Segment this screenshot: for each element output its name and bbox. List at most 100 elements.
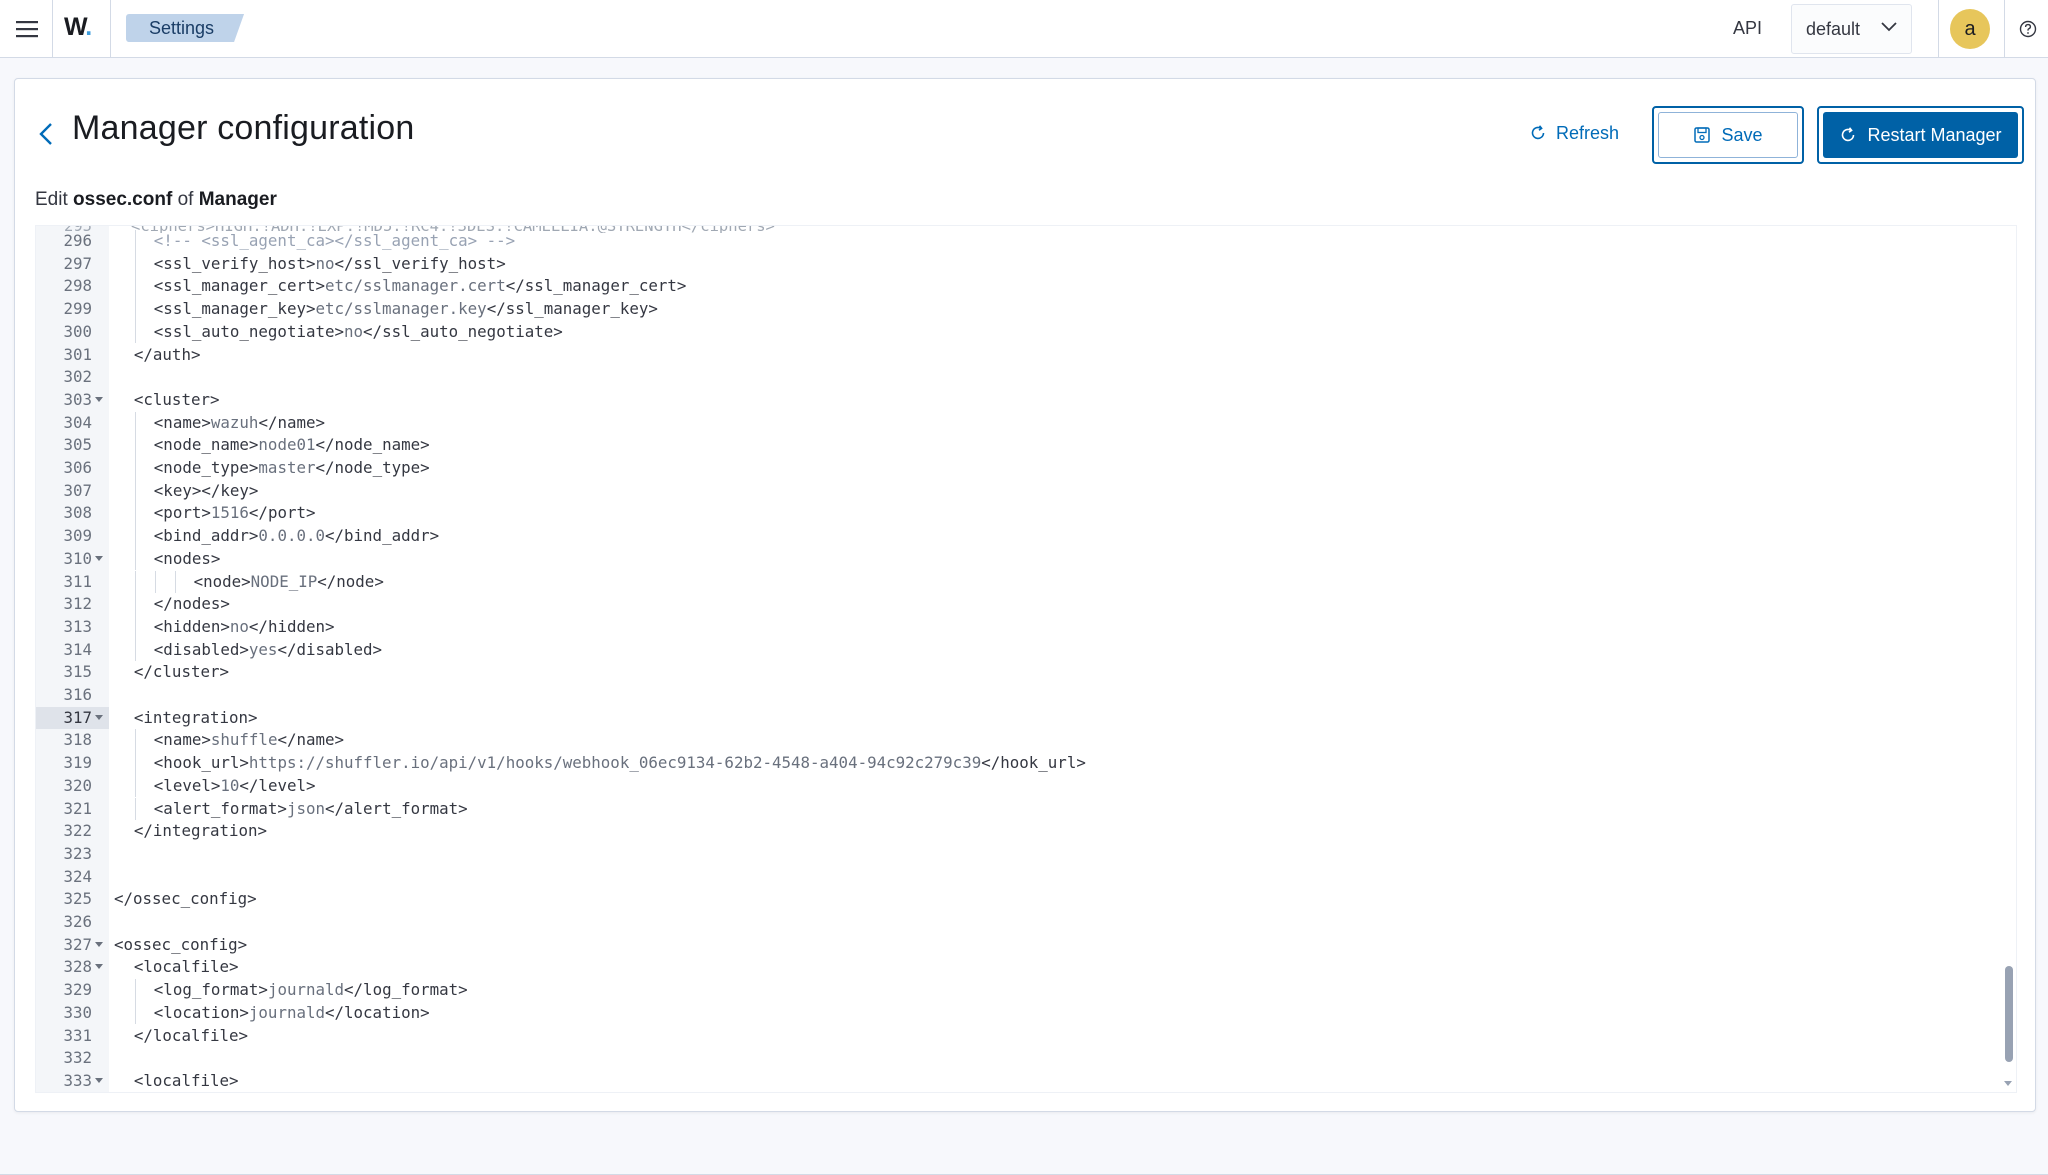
code-text: <disabled>yes</disabled> xyxy=(153,639,383,659)
line-number: 313 xyxy=(63,616,92,636)
line-number: 296 xyxy=(63,231,92,250)
code-text: <integration> xyxy=(133,707,258,727)
line-number: 317 xyxy=(63,707,92,727)
code-line[interactable]: 327 <ossec_config> xyxy=(36,934,1986,957)
restart-label: Restart Manager xyxy=(1867,124,2002,145)
code-line[interactable]: 319 <hook_url>https://shuffler.io/api/v1/… xyxy=(36,752,1986,775)
indent-guide xyxy=(134,752,136,775)
code-line[interactable]: 324 xyxy=(36,866,1986,889)
back-arrow-icon[interactable] xyxy=(35,119,59,149)
code-text: <location>journald</location> xyxy=(153,1002,430,1022)
breadcrumb-settings[interactable]: Settings xyxy=(126,14,244,42)
line-number: 328 xyxy=(63,957,92,977)
fold-toggle-icon[interactable] xyxy=(95,964,103,970)
line-number: 327 xyxy=(63,934,92,954)
indent-guide xyxy=(134,638,136,662)
code-text: </localfile> xyxy=(133,1025,249,1045)
code-line[interactable]: 317 <integration> xyxy=(36,706,1986,730)
code-line[interactable]: 320 <level>10</level> xyxy=(36,774,1986,798)
code-line[interactable]: 329 <log_format>journald</log_format> xyxy=(36,979,1986,1002)
code-editor[interactable]: 295<ciphers>HIGH:!ADH:!EXP:!MD5:!RC4:!3D… xyxy=(35,225,2017,1093)
code-line[interactable]: 297 <ssl_verify_host>no</ssl_verify_host> xyxy=(36,252,1986,276)
code-line[interactable]: 312 </nodes> xyxy=(36,593,1986,616)
code-line[interactable]: 308 <port>1516</port> xyxy=(36,502,1986,526)
code-line[interactable]: 314 <disabled>yes</disabled> xyxy=(36,638,1986,662)
wazuh-logo[interactable]: W. xyxy=(64,13,92,42)
code-line[interactable]: 307 <key></key> xyxy=(36,479,1986,503)
indent-guide xyxy=(134,275,136,299)
code-line[interactable]: 331 </localfile> xyxy=(36,1025,1986,1048)
scrollbar-thumb[interactable] xyxy=(2005,966,2013,1062)
header-divider xyxy=(1938,0,1939,58)
line-number: 318 xyxy=(63,730,92,750)
line-number: 304 xyxy=(63,412,92,432)
header-divider xyxy=(2004,0,2005,58)
fold-toggle-icon[interactable] xyxy=(95,555,103,561)
scroll-down-icon[interactable] xyxy=(2004,1081,2012,1086)
fold-toggle-icon[interactable] xyxy=(95,396,103,402)
code-line[interactable]: 304 <name>wazuh</name> xyxy=(36,411,1986,435)
line-number: 302 xyxy=(63,367,92,387)
line-number: 310 xyxy=(63,548,92,568)
line-number: 303 xyxy=(63,389,92,409)
indent-guide xyxy=(134,570,136,594)
code-line[interactable]: 300 <ssl_auto_negotiate>no</ssl_auto_nego… xyxy=(36,320,1986,344)
indent-guide xyxy=(154,570,156,594)
code-line[interactable]: 330 <location>journald</location> xyxy=(36,1001,1986,1025)
line-number: 300 xyxy=(63,321,92,341)
indent-guide xyxy=(134,230,136,253)
code-line[interactable]: 299 <ssl_manager_key>etc/sslmanager.key</… xyxy=(36,298,1986,321)
fold-toggle-icon[interactable] xyxy=(95,714,103,720)
edit-target: Manager xyxy=(198,189,277,210)
code-line[interactable]: 316 xyxy=(36,684,1986,707)
code-line[interactable]: 303 <cluster> xyxy=(36,389,1986,412)
user-avatar[interactable]: a xyxy=(1950,9,1990,49)
code-line[interactable]: 326 xyxy=(36,911,1986,934)
menu-button[interactable] xyxy=(8,10,46,48)
code-line[interactable]: 333 <localfile> xyxy=(36,1070,1986,1092)
code-line[interactable]: 325 </ossec_config> xyxy=(36,888,1986,911)
editor-scrollbar[interactable] xyxy=(2002,226,2016,1092)
save-button[interactable]: Save xyxy=(1658,112,1798,158)
code-text: <!-- <ssl_agent_ca></ssl_agent_ca> --> xyxy=(153,231,516,250)
line-number: 324 xyxy=(63,866,92,886)
code-text: </ossec_config> xyxy=(114,889,257,909)
code-line[interactable]: 309 <bind_addr>0.0.0.0</bind_addr> xyxy=(36,525,1986,548)
code-line[interactable]: 310 <nodes> xyxy=(36,547,1986,571)
line-number: 312 xyxy=(63,594,92,614)
api-selector[interactable]: default xyxy=(1791,4,1912,54)
line-number: 331 xyxy=(63,1025,92,1045)
code-line[interactable]: 322 </integration> xyxy=(36,820,1986,843)
restart-manager-button[interactable]: Restart Manager xyxy=(1823,112,2018,158)
fold-toggle-icon[interactable] xyxy=(95,1077,103,1083)
code-text: <alert_format>json</alert_format> xyxy=(153,798,468,818)
line-number: 333 xyxy=(63,1070,92,1090)
indent-guide xyxy=(134,298,136,321)
indent-guide xyxy=(134,797,136,821)
code-line[interactable]: 332 xyxy=(36,1047,1986,1070)
indent-guide xyxy=(134,615,136,639)
code-line[interactable]: 311 <node>NODE_IP</node> xyxy=(36,570,1986,594)
code-line[interactable]: 318 <name>shuffle</name> xyxy=(36,729,1986,753)
indent-guide xyxy=(134,252,136,276)
code-line[interactable]: 328 <localfile> xyxy=(36,956,1986,979)
indent-guide xyxy=(134,434,136,457)
code-line[interactable]: 296 <!-- <ssl_agent_ca></ssl_agent_ca> --… xyxy=(36,230,1986,253)
fold-toggle-icon[interactable] xyxy=(95,941,103,947)
code-line[interactable]: 323 xyxy=(36,843,1986,866)
code-line[interactable]: 301 </auth> xyxy=(36,344,1986,367)
code-line[interactable]: 302 xyxy=(36,366,1986,389)
refresh-button[interactable]: Refresh xyxy=(1529,119,1619,147)
line-number: 326 xyxy=(63,912,92,931)
code-line[interactable]: 305 <node_name>node01</node_name> xyxy=(36,434,1986,457)
code-text: <ssl_manager_cert>etc/sslmanager.cert</s… xyxy=(153,276,687,296)
code-text: <ossec_config> xyxy=(114,934,248,954)
code-line[interactable]: 306 <node_type>master</node_type> xyxy=(36,457,1986,480)
code-text: <ssl_verify_host>no</ssl_verify_host> xyxy=(153,253,506,273)
code-line[interactable]: 315 </cluster> xyxy=(36,661,1986,684)
help-icon[interactable] xyxy=(2018,19,2038,39)
refresh-icon xyxy=(1531,125,1545,140)
code-line[interactable]: 298 <ssl_manager_cert>etc/sslmanager.cert… xyxy=(36,275,1986,299)
code-line[interactable]: 321 <alert_format>json</alert_format> xyxy=(36,797,1986,821)
code-line[interactable]: 313 <hidden>no</hidden> xyxy=(36,615,1986,639)
